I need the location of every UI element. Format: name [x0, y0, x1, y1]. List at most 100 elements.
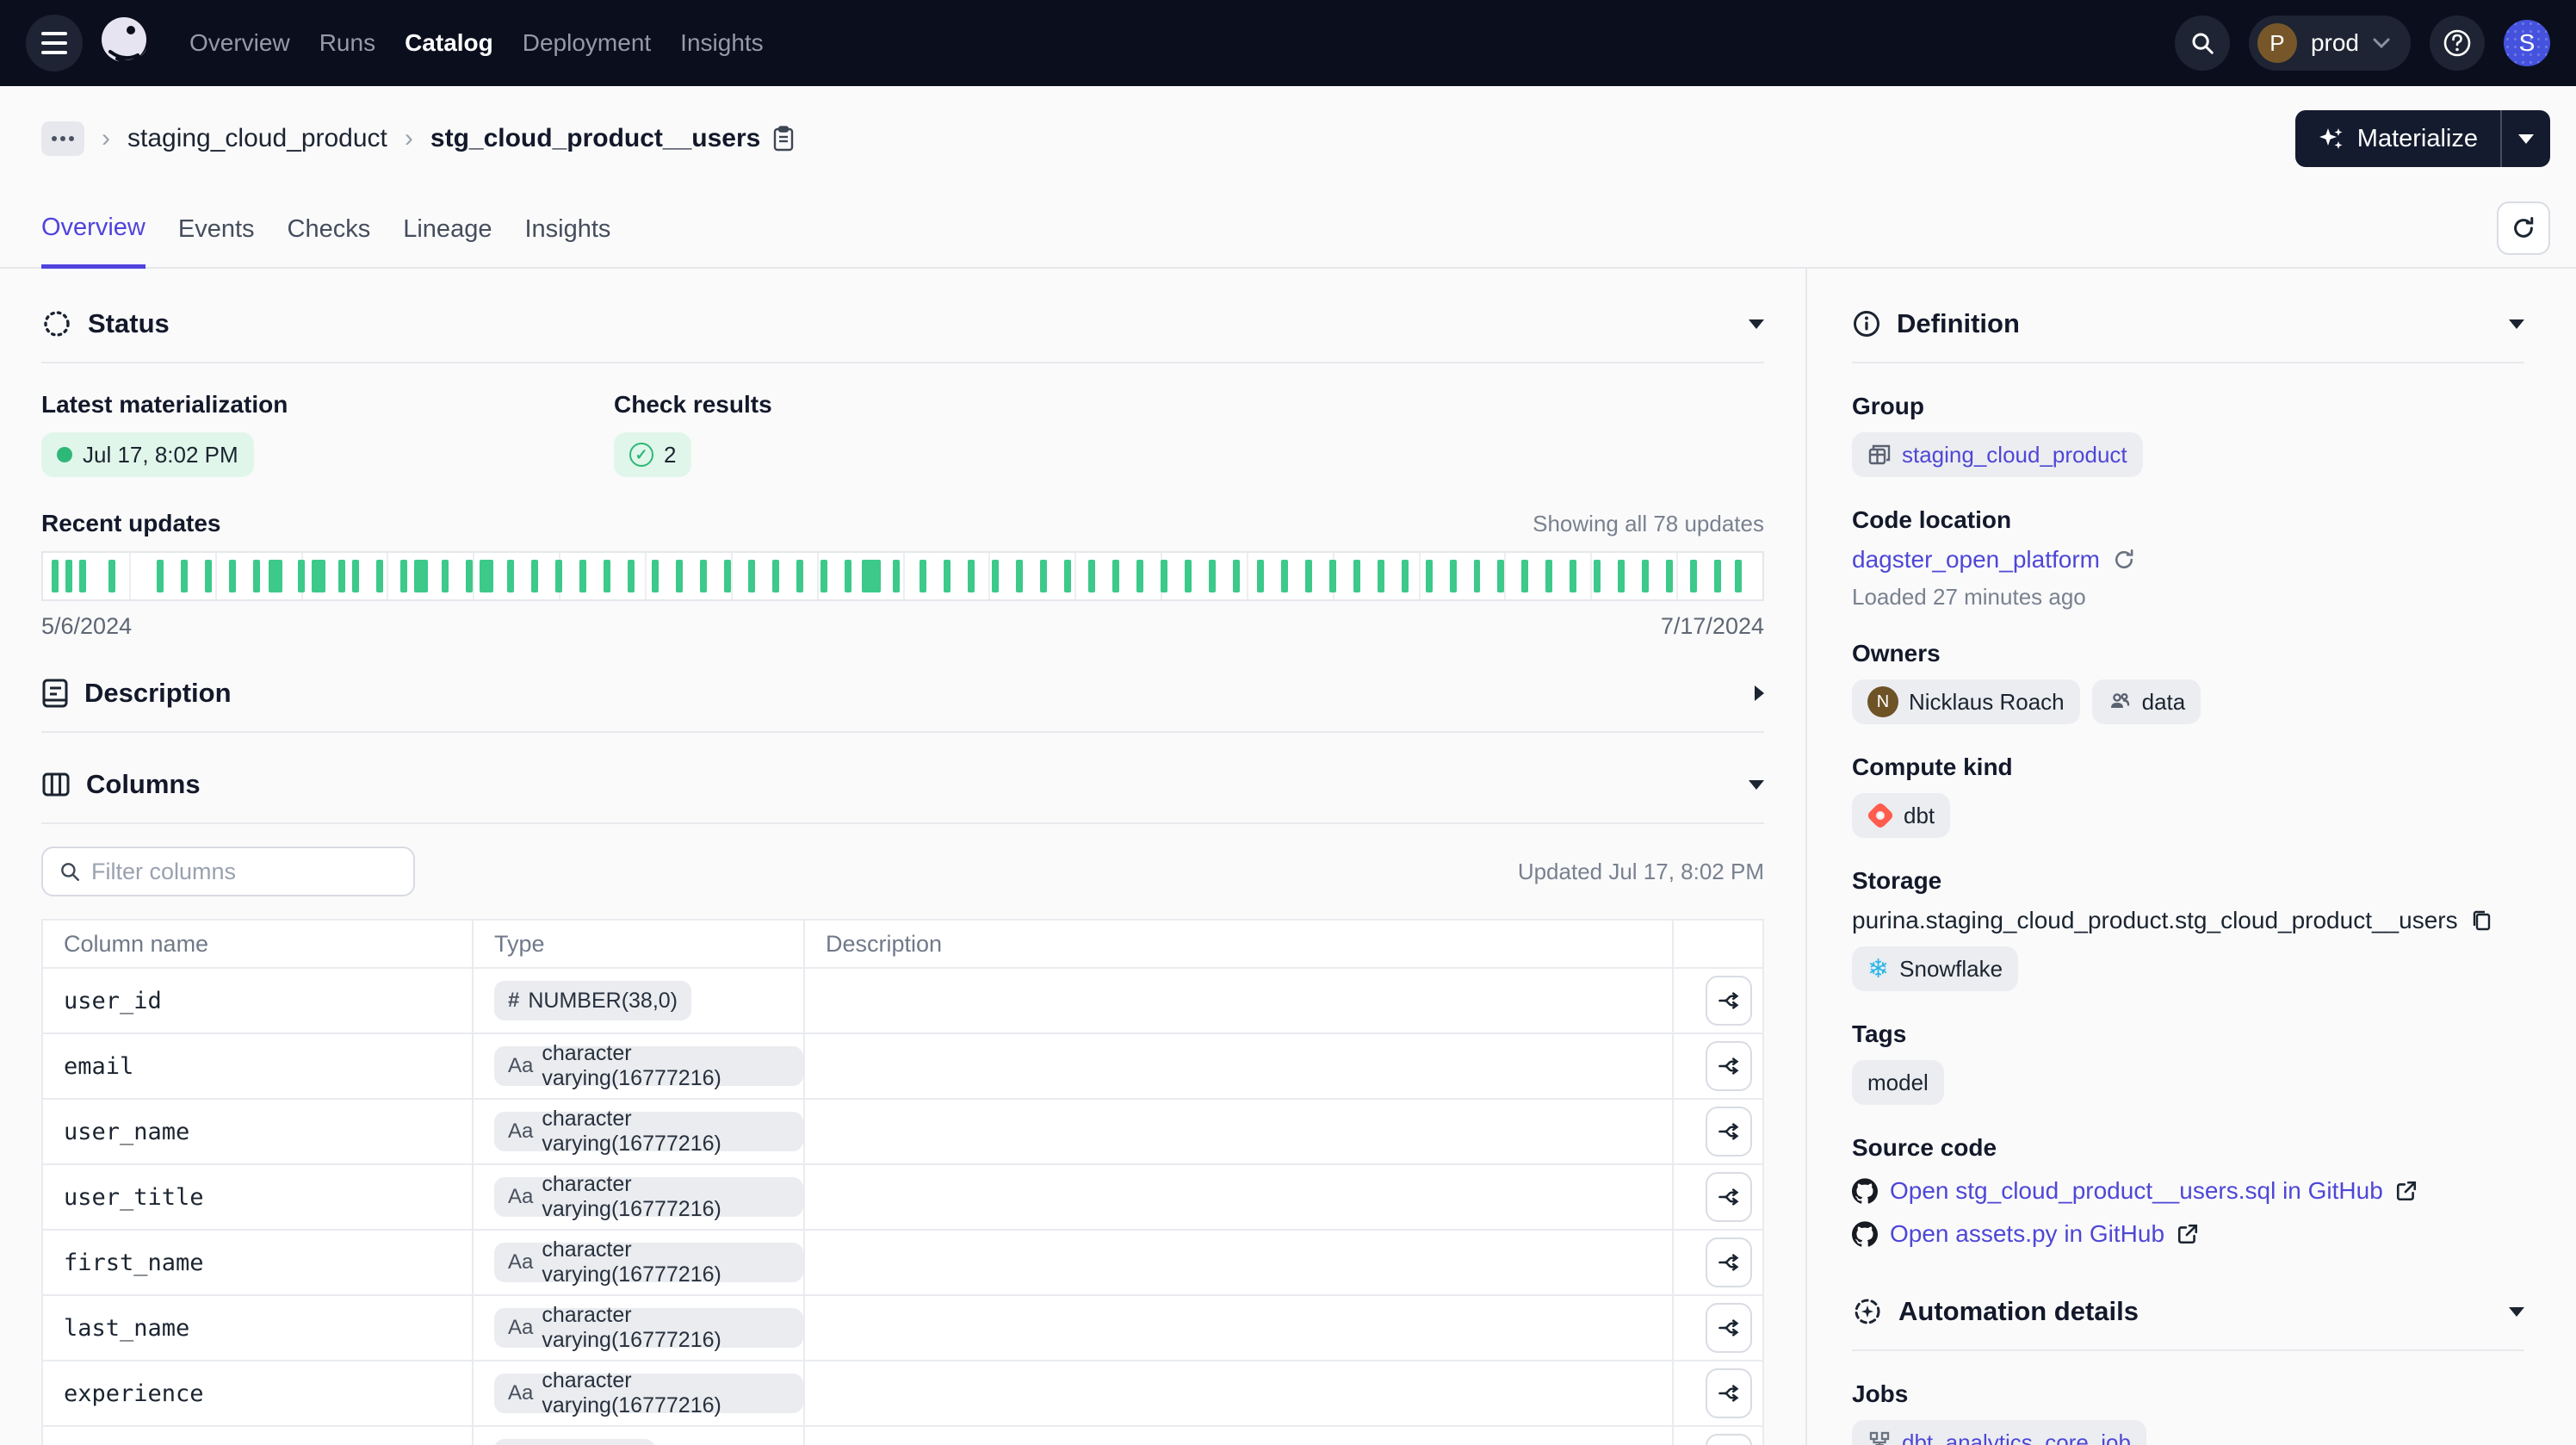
- column-lineage-button[interactable]: [1706, 1107, 1752, 1157]
- materialization-tick[interactable]: [1378, 560, 1384, 592]
- tab-overview[interactable]: Overview: [41, 191, 146, 269]
- materialization-tick[interactable]: [480, 560, 493, 592]
- tag-badge[interactable]: model: [1852, 1060, 1944, 1105]
- copy-icon[interactable]: [2470, 909, 2492, 933]
- column-lineage-button[interactable]: [1706, 1434, 1752, 1445]
- materialization-tick[interactable]: [968, 560, 975, 592]
- materialization-tick[interactable]: [1690, 560, 1697, 592]
- materialization-tick[interactable]: [79, 560, 86, 592]
- copy-asset-name-button[interactable]: [772, 126, 795, 152]
- materialization-tick[interactable]: [724, 560, 731, 592]
- materialization-tick[interactable]: [269, 560, 282, 592]
- materialization-tick[interactable]: [1161, 560, 1167, 592]
- breadcrumb-parent-link[interactable]: staging_cloud_product: [127, 124, 387, 153]
- materialize-dropdown-button[interactable]: [2500, 110, 2550, 167]
- dagster-logo[interactable]: [98, 16, 153, 71]
- materialization-tick[interactable]: [1064, 560, 1071, 592]
- materialization-tick[interactable]: [1618, 560, 1625, 592]
- materialization-tick[interactable]: [1016, 560, 1023, 592]
- breadcrumb-overflow-button[interactable]: [41, 121, 84, 156]
- column-lineage-button[interactable]: [1706, 976, 1752, 1026]
- materialization-tick[interactable]: [312, 560, 325, 592]
- nav-item-overview[interactable]: Overview: [189, 29, 290, 57]
- materialization-tick[interactable]: [205, 560, 212, 592]
- status-collapse-button[interactable]: [1749, 319, 1764, 329]
- materialization-tick[interactable]: [1257, 560, 1264, 592]
- source-link-sql[interactable]: Open stg_cloud_product__users.sql in Git…: [1890, 1177, 2383, 1205]
- materialization-tick[interactable]: [1136, 560, 1143, 592]
- materialization-tick[interactable]: [920, 560, 926, 592]
- materialization-tick[interactable]: [414, 560, 428, 592]
- materialization-tick[interactable]: [52, 560, 59, 592]
- materialization-tick[interactable]: [1088, 560, 1095, 592]
- materialization-tick[interactable]: [466, 560, 473, 592]
- materialization-tick[interactable]: [944, 560, 951, 592]
- materialization-tick[interactable]: [1642, 560, 1649, 592]
- materialization-tick[interactable]: [376, 560, 383, 592]
- materialization-tick[interactable]: [298, 560, 305, 592]
- nav-item-catalog[interactable]: Catalog: [405, 29, 493, 57]
- materialization-tick[interactable]: [1402, 560, 1409, 592]
- refresh-button[interactable]: [2497, 202, 2550, 255]
- materialization-tick[interactable]: [1305, 560, 1312, 592]
- recent-updates-timeline[interactable]: [41, 551, 1764, 601]
- materialization-tick[interactable]: [1112, 560, 1119, 592]
- definition-collapse-button[interactable]: [2509, 319, 2524, 329]
- tab-lineage[interactable]: Lineage: [403, 193, 492, 266]
- materialization-tick[interactable]: [1474, 560, 1481, 592]
- latest-materialization-badge[interactable]: Jul 17, 8:02 PM: [41, 432, 254, 477]
- materialization-tick[interactable]: [1594, 560, 1601, 592]
- materialization-tick[interactable]: [820, 560, 827, 592]
- materialization-tick[interactable]: [229, 560, 236, 592]
- materialization-tick[interactable]: [531, 560, 538, 592]
- materialization-tick[interactable]: [1666, 560, 1673, 592]
- materialization-tick[interactable]: [1353, 560, 1360, 592]
- automation-collapse-button[interactable]: [2509, 1307, 2524, 1317]
- materialization-tick[interactable]: [893, 560, 900, 592]
- materialization-tick[interactable]: [1185, 560, 1192, 592]
- check-results-badge[interactable]: ✓ 2: [614, 432, 691, 477]
- materialization-tick[interactable]: [1521, 560, 1528, 592]
- filter-columns-input[interactable]: [91, 859, 398, 885]
- materialization-tick[interactable]: [628, 560, 635, 592]
- materialization-tick[interactable]: [1497, 560, 1504, 592]
- help-button[interactable]: [2430, 16, 2485, 71]
- search-button[interactable]: [2175, 16, 2230, 71]
- materialization-tick[interactable]: [253, 560, 260, 592]
- nav-item-runs[interactable]: Runs: [319, 29, 375, 57]
- materialization-tick[interactable]: [676, 560, 683, 592]
- materialization-tick[interactable]: [181, 560, 188, 592]
- job-badge[interactable]: dbt_analytics_core_job: [1852, 1420, 2146, 1445]
- materialization-tick[interactable]: [108, 560, 115, 592]
- tab-events[interactable]: Events: [178, 193, 255, 266]
- materialization-tick[interactable]: [845, 560, 851, 592]
- user-avatar[interactable]: S: [2504, 20, 2550, 66]
- materialization-tick[interactable]: [65, 560, 72, 592]
- group-badge[interactable]: staging_cloud_product: [1852, 432, 2143, 477]
- materialization-tick[interactable]: [442, 560, 449, 592]
- materialization-tick[interactable]: [604, 560, 610, 592]
- materialization-tick[interactable]: [862, 560, 881, 592]
- column-lineage-button[interactable]: [1706, 1172, 1752, 1222]
- materialization-tick[interactable]: [772, 560, 779, 592]
- column-lineage-button[interactable]: [1706, 1041, 1752, 1091]
- materialization-tick[interactable]: [796, 560, 803, 592]
- code-location-link[interactable]: dagster_open_platform: [1852, 546, 2100, 574]
- materialization-tick[interactable]: [1209, 560, 1216, 592]
- materialization-tick[interactable]: [1426, 560, 1433, 592]
- materialization-tick[interactable]: [1545, 560, 1552, 592]
- columns-collapse-button[interactable]: [1749, 780, 1764, 790]
- materialization-tick[interactable]: [992, 560, 999, 592]
- materialization-tick[interactable]: [507, 560, 514, 592]
- environment-switcher[interactable]: P prod: [2249, 16, 2411, 71]
- materialization-tick[interactable]: [1714, 560, 1721, 592]
- materialization-tick[interactable]: [700, 560, 707, 592]
- owner-team-badge[interactable]: data: [2092, 679, 2201, 724]
- column-lineage-button[interactable]: [1706, 1237, 1752, 1287]
- nav-item-deployment[interactable]: Deployment: [523, 29, 651, 57]
- materialization-tick[interactable]: [1329, 560, 1336, 592]
- materialization-tick[interactable]: [1735, 560, 1742, 592]
- materialization-tick[interactable]: [555, 560, 562, 592]
- materialize-button[interactable]: Materialize: [2295, 110, 2500, 167]
- materialization-tick[interactable]: [352, 560, 359, 592]
